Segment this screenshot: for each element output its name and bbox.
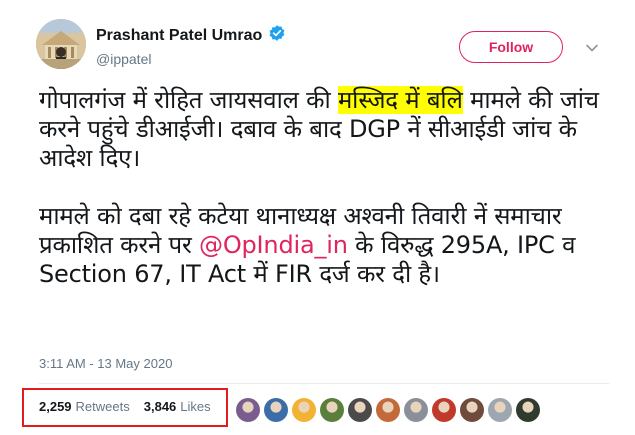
liker-4-avatar[interactable] [320,398,344,422]
tweet-card: Prashant Patel Umrao @ippatel Follow गोप… [0,0,635,435]
mention-link[interactable]: @OpIndia_in [199,231,348,259]
liker-1-avatar[interactable] [236,398,260,422]
liker-10-avatar[interactable] [488,398,512,422]
liker-3-avatar[interactable] [292,398,316,422]
retweets-stat[interactable]: 2,259 Retweets [39,399,130,414]
liker-avatars [236,398,540,422]
author-handle[interactable]: @ippatel [96,51,151,67]
tweet-paragraph-1: गोपालगंज में रोहित जायसवाल की मस्जिद में… [39,86,609,173]
liker-5-avatar[interactable] [348,398,372,422]
liker-6-avatar[interactable] [376,398,400,422]
author-avatar[interactable] [36,19,86,69]
liker-7-avatar[interactable] [404,398,428,422]
author-name-row: Prashant Patel Umrao [96,24,286,47]
tweet-paragraph-2: मामले को दबा रहे कटेया थानाध्यक्ष अश्वनी… [39,202,609,289]
tweet-text: गोपालगंज में रोहित जायसवाल की मस्जिद में… [39,86,609,289]
liker-11-avatar[interactable] [516,398,540,422]
follow-button[interactable]: Follow [459,31,563,63]
verified-badge-icon [268,24,286,47]
liker-2-avatar[interactable] [264,398,288,422]
tweet-stats: 2,259 Retweets 3,846 Likes [39,399,211,414]
likes-stat[interactable]: 3,846 Likes [144,399,211,414]
divider [39,383,609,384]
tweet-timestamp[interactable]: 3:11 AM - 13 May 2020 [39,356,172,371]
tweet-text-part: गोपालगंज में रोहित जायसवाल की [39,86,338,114]
author-name[interactable]: Prashant Patel Umrao [96,27,262,45]
author-avatar-image [36,19,86,69]
chevron-down-icon[interactable] [584,40,600,56]
liker-8-avatar[interactable] [432,398,456,422]
retweets-label: Retweets [75,399,130,414]
retweets-count: 2,259 [39,399,72,414]
likes-count: 3,846 [143,399,177,414]
highlighted-text: मस्जिद में बलि [337,86,463,114]
liker-9-avatar[interactable] [460,398,484,422]
likes-label: Likes [180,399,211,414]
